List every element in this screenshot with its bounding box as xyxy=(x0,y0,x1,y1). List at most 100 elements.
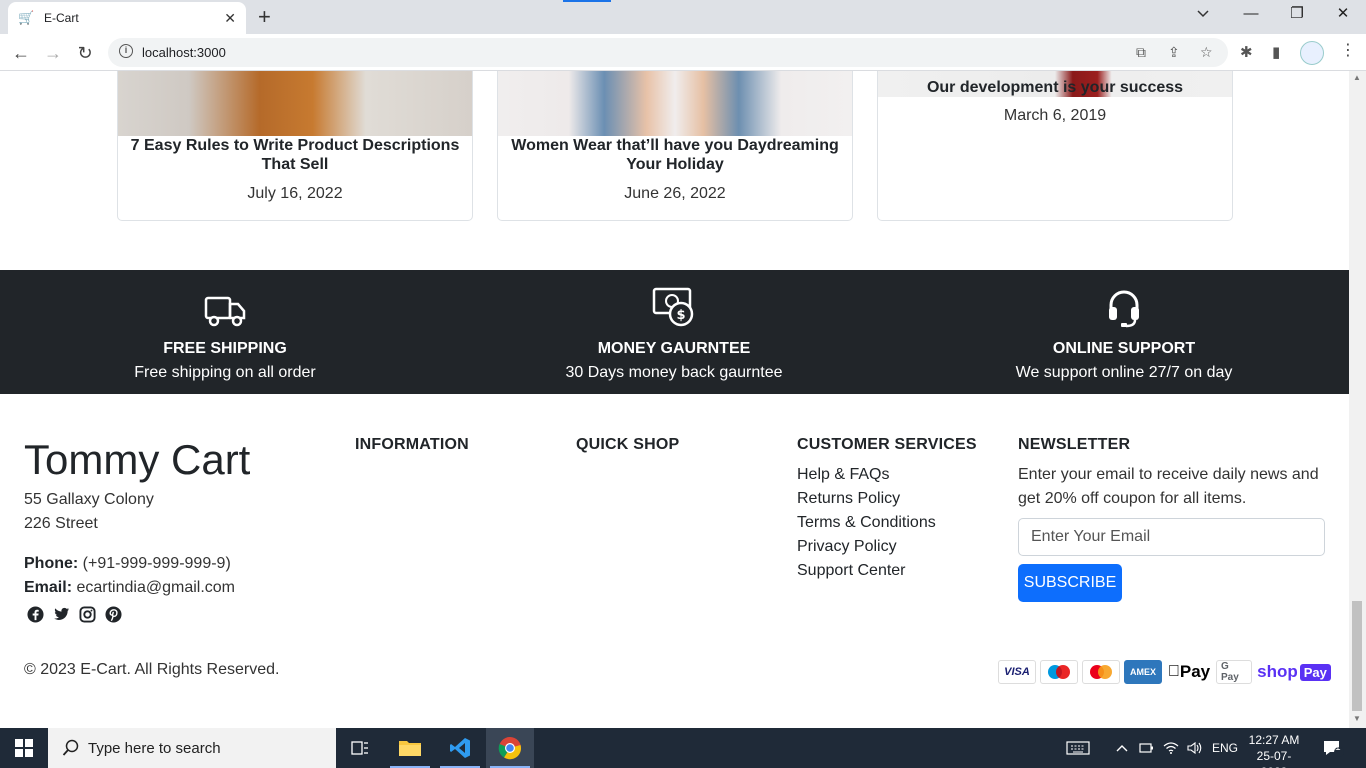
back-icon[interactable]: ← xyxy=(8,40,34,66)
address-line: 55 Gallaxy Colony xyxy=(24,491,154,508)
profile-avatar[interactable] xyxy=(1300,41,1324,65)
notification-icon[interactable]: 1 xyxy=(1322,728,1344,768)
forward-icon[interactable]: → xyxy=(40,40,66,66)
scroll-up-icon[interactable]: ▲ xyxy=(1353,73,1361,82)
copyright-text: © 2023 E-Cart. All Rights Reserved. xyxy=(24,661,280,678)
taskbar-search[interactable]: Type here to search xyxy=(48,728,336,768)
blog-card-title[interactable]: Our development is your success xyxy=(880,78,1230,97)
bookmark-star-icon[interactable]: ☆ xyxy=(1200,44,1213,61)
link-returns-policy[interactable]: Returns Policy xyxy=(797,487,936,511)
clock-time: 12:27 AM xyxy=(1248,733,1300,747)
information-heading: INFORMATION xyxy=(355,436,469,453)
chevron-up-icon[interactable] xyxy=(1116,728,1128,768)
side-panel-icon[interactable]: ▮ xyxy=(1272,43,1280,61)
tab-strip-indicator xyxy=(563,0,611,2)
system-clock[interactable]: 12:27 AM 25-07-2023 xyxy=(1244,732,1304,768)
email-row: Email: ecartindia@gmail.com xyxy=(24,579,235,597)
mastercard-icon xyxy=(1082,660,1120,684)
close-window-icon[interactable]: ✕ xyxy=(1320,0,1366,30)
twitter-icon[interactable] xyxy=(52,605,70,623)
service-money-guarantee: $ MONEY GAURNTEE 30 Days money back gaur… xyxy=(504,270,844,382)
apple-pay-icon: Pay xyxy=(1168,662,1210,681)
browser-tab[interactable]: 🛒 E-Cart ✕ xyxy=(8,2,246,34)
service-subtitle: 30 Days money back gaurntee xyxy=(565,364,783,381)
email-label: Email: xyxy=(24,579,73,596)
site-info-icon[interactable]: i xyxy=(119,44,133,58)
shop-pay-icon: shop Pay xyxy=(1256,660,1332,684)
footer-brand: Tommy Cart xyxy=(24,436,251,483)
service-online-support: ONLINE SUPPORT We support online 27/7 on… xyxy=(954,270,1294,382)
email-value[interactable]: ecartindia@gmail.com xyxy=(76,579,235,596)
link-support-center[interactable]: Support Center xyxy=(797,559,936,583)
page-scrollbar[interactable]: ▲ ▼ xyxy=(1349,71,1366,728)
menu-dots-icon[interactable]: ⋮ xyxy=(1340,40,1356,60)
service-subtitle: Free shipping on all order xyxy=(134,364,316,381)
browser-toolbar: ← → ↻ i localhost:3000 ⧉ ⇪ ☆ ✱ ▮ ⋮ xyxy=(0,34,1366,71)
facebook-icon[interactable] xyxy=(26,605,44,623)
service-title: MONEY GAURNTEE xyxy=(597,340,751,357)
chrome-icon[interactable] xyxy=(486,728,534,768)
newsletter-email-input[interactable] xyxy=(1018,518,1325,556)
phone-row: Phone: (+91-999-999-999-9) xyxy=(24,555,231,573)
service-free-shipping: FREE SHIPPING Free shipping on all order xyxy=(55,270,395,382)
link-privacy-policy[interactable]: Privacy Policy xyxy=(797,535,936,559)
address-line: 226 Street xyxy=(24,515,98,532)
blog-card-title[interactable]: Women Wear that’ll have you Daydreaming … xyxy=(500,136,850,174)
blog-card-date: March 6, 2019 xyxy=(1003,107,1107,124)
blog-card-title[interactable]: 7 Easy Rules to Write Product Descriptio… xyxy=(120,136,470,174)
newsletter-description: Enter your email to receive daily news a… xyxy=(1018,466,1319,507)
open-in-icon[interactable]: ⧉ xyxy=(1136,44,1146,61)
vscode-icon[interactable] xyxy=(436,728,484,768)
reload-icon[interactable]: ↻ xyxy=(72,40,98,66)
pinterest-icon[interactable] xyxy=(104,605,122,623)
subscribe-button[interactable]: SUBSCRIBE xyxy=(1018,564,1122,602)
scroll-down-icon[interactable]: ▼ xyxy=(1353,714,1361,723)
windows-start-icon[interactable] xyxy=(0,728,48,768)
service-title: FREE SHIPPING xyxy=(163,340,287,357)
url-text[interactable]: localhost:3000 xyxy=(142,45,226,60)
instagram-icon[interactable] xyxy=(78,605,96,623)
blog-card[interactable]: Women Wear that’ll have you Daydreaming … xyxy=(497,71,853,221)
services-band: FREE SHIPPING Free shipping on all order… xyxy=(0,270,1349,394)
keyboard-icon[interactable] xyxy=(1066,728,1090,768)
quick-shop-heading: QUICK SHOP xyxy=(576,436,680,453)
clock-date: 25-07-2023 xyxy=(1256,749,1292,768)
address-bar[interactable]: i localhost:3000 ⧉ ⇪ ☆ xyxy=(108,38,1228,67)
link-help-faqs[interactable]: Help & FAQs xyxy=(797,463,936,487)
phone-value: (+91-999-999-999-9) xyxy=(82,555,231,572)
task-view-icon[interactable] xyxy=(336,728,384,768)
notification-count: 1 xyxy=(1335,742,1341,753)
scrollbar-thumb[interactable] xyxy=(1352,601,1362,711)
money-icon: $ xyxy=(652,287,694,327)
google-pay-icon: G Pay xyxy=(1216,660,1252,684)
blog-card-date: July 16, 2022 xyxy=(247,185,343,202)
minimize-icon[interactable]: — xyxy=(1228,0,1274,30)
visa-icon: VISA xyxy=(998,660,1036,684)
link-terms-conditions[interactable]: Terms & Conditions xyxy=(797,511,936,535)
payment-methods: VISA AMEX Pay G Pay shop Pay xyxy=(998,660,1332,684)
svg-text:$: $ xyxy=(676,308,685,323)
share-icon[interactable]: ⇪ xyxy=(1168,44,1180,61)
wifi-icon[interactable] xyxy=(1163,728,1179,768)
social-links xyxy=(26,605,122,623)
windows-taskbar: Type here to search ENG 12:27 AM 25-07-2… xyxy=(0,728,1366,768)
language-indicator[interactable]: ENG xyxy=(1212,728,1238,768)
blog-card[interactable]: 7 Easy Rules to Write Product Descriptio… xyxy=(117,71,473,221)
restore-icon[interactable]: ❐ xyxy=(1274,0,1320,30)
newsletter-heading: NEWSLETTER xyxy=(1018,436,1131,453)
blog-card-image xyxy=(118,71,472,136)
cart-favicon-icon: 🛒 xyxy=(18,10,35,25)
volume-icon[interactable] xyxy=(1187,728,1203,768)
extensions-icon[interactable]: ✱ xyxy=(1240,43,1253,61)
file-explorer-icon[interactable] xyxy=(386,728,434,768)
page-viewport: 7 Easy Rules to Write Product Descriptio… xyxy=(0,71,1349,728)
headset-icon xyxy=(1109,290,1139,328)
amex-icon: AMEX xyxy=(1124,660,1162,684)
battery-icon[interactable] xyxy=(1139,728,1155,768)
blog-card[interactable]: Our development is your success March 6,… xyxy=(877,71,1233,221)
new-tab-icon[interactable]: + xyxy=(258,5,271,29)
tab-title: E-Cart xyxy=(44,11,79,25)
taskbar-search-placeholder: Type here to search xyxy=(88,739,221,757)
tab-close-icon[interactable]: ✕ xyxy=(224,10,236,27)
tab-search-chevron-icon[interactable] xyxy=(1196,6,1210,22)
